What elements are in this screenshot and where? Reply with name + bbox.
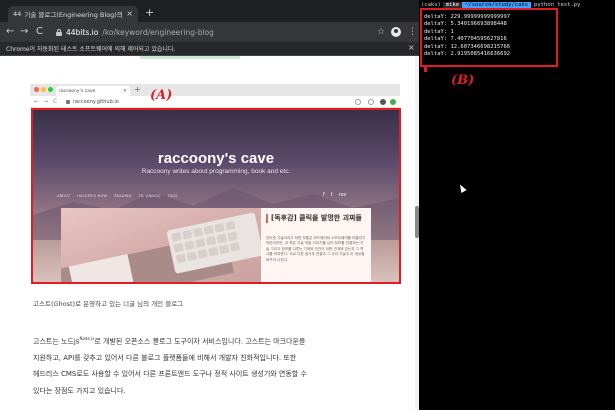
annotation-box-a (31, 108, 401, 284)
article-line: 고스트는 노드jsNode.js로 개발된 오픈소스 블로그 도구이자 서비스입… (33, 336, 306, 346)
browser-menu-icon[interactable]: ⋮ (408, 25, 417, 39)
minimize-dot-icon (41, 87, 46, 92)
url-host: 44bits.io (66, 27, 99, 37)
inner-avatar-icon (380, 99, 386, 105)
forward-button[interactable]: → (20, 25, 28, 39)
article-line: 헤드리스 CMS로도 사용할 수 있어서 다른 프론트엔드 도구나 정적 사이트… (33, 370, 307, 379)
image-caption: 고스트(Ghost)로 운영하고 있는 너굴 님의 개인 블로그 (33, 300, 184, 308)
infobar-text: Chrome이 자동화된 테스트 소프트웨어에 의해 제어되고 있습니다. (6, 46, 176, 53)
url-path: /ko/keyword/engineering-blog (102, 27, 214, 37)
bookmark-star-icon[interactable]: ☆ (377, 25, 385, 39)
lock-icon[interactable] (56, 28, 62, 36)
browser-toolbar: ← → C 44bits.io/ko/keyword/engineering-b… (0, 22, 419, 42)
address-bar[interactable]: 44bits.io/ko/keyword/engineering-blog (56, 25, 386, 39)
inner-extension-icon (368, 99, 374, 105)
close-tab-icon[interactable]: × (126, 10, 133, 18)
inner-lock-icon (66, 100, 70, 104)
browser-tab[interactable]: 44 기술 블로그(Engineering Blog)의 ... × (8, 6, 138, 22)
close-dot-icon (34, 87, 39, 92)
favicon-icon: 44 (13, 10, 22, 18)
annotation-label-a: (A) (150, 88, 173, 103)
reload-button[interactable]: C (36, 25, 43, 39)
inner-tab-bar: raccoony's cave × + (30, 84, 400, 96)
inner-new-tab-icon: + (134, 85, 141, 94)
infobar-close-icon[interactable]: × (408, 43, 415, 53)
back-button[interactable]: ← (6, 25, 14, 39)
green-banner-edge (140, 56, 240, 59)
article-line: 있다는 장점도 가지고 있습니다. (33, 386, 126, 395)
maximize-dot-icon (48, 87, 53, 92)
profile-icon[interactable] (391, 27, 401, 37)
tab-bar: 44 기술 블로그(Engineering Blog)의 ... × + (0, 0, 419, 22)
inner-reload-icon: C (53, 98, 58, 105)
inner-tab-close-icon: × (122, 88, 127, 94)
automation-infobar: Chrome이 자동화된 테스트 소프트웨어에 의해 제어되고 있습니다. × (0, 42, 419, 56)
inner-url: raccoony.github.io (73, 99, 119, 105)
annotation-box-b (420, 8, 558, 67)
inner-forward-icon: → (43, 98, 49, 105)
inner-star-icon (355, 99, 361, 105)
node-superscript: Node.js (79, 336, 95, 341)
inner-tab-title: raccoony's cave (59, 88, 96, 94)
inner-tab: raccoony's cave × (56, 86, 130, 96)
inner-back-icon: ← (34, 98, 40, 105)
annotation-label-b: (B) (451, 73, 475, 88)
tab-title: 기술 블로그(Engineering Blog)의 ... (24, 11, 124, 19)
inner-sync-icon (390, 99, 396, 105)
article-line: 지원하고, API를 갖추고 있어서 다른 블로그 플랫폼들에 비해서 개발자 … (33, 353, 297, 362)
inner-toolbar: ← → C raccoony.github.io (30, 96, 400, 108)
new-tab-button[interactable]: + (145, 6, 154, 20)
article-body: 고스트는 노드jsNode.js로 개발된 오픈소스 블로그 도구이자 서비스입… (33, 331, 383, 399)
